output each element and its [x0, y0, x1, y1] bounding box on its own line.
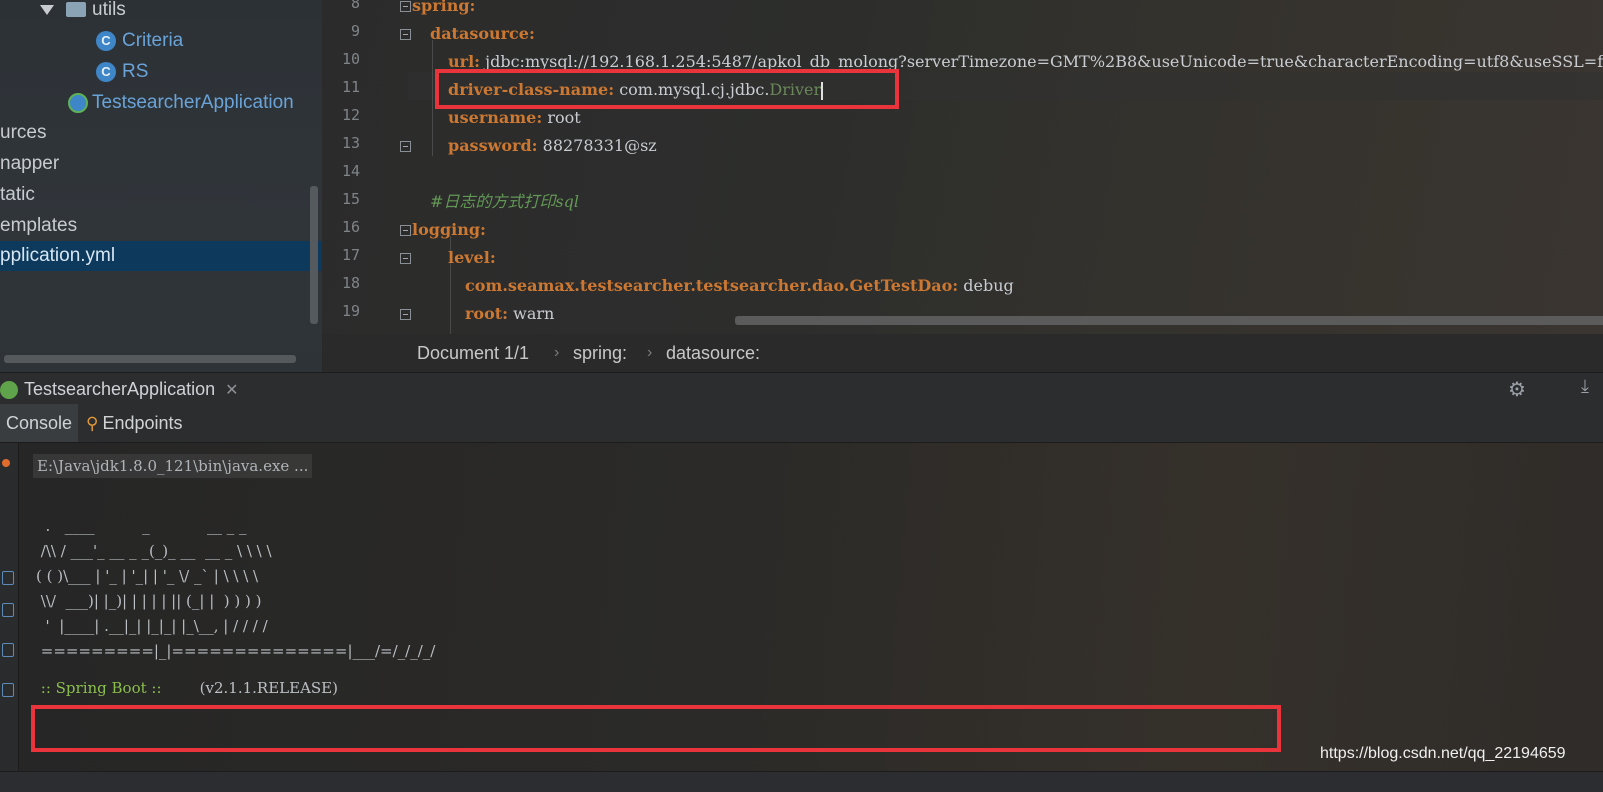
tree-item-rs[interactable]: C RS — [96, 57, 148, 87]
tree-item-label: TestsearcherApplication — [92, 92, 294, 113]
banner-line: ( ( )\___ | '_ | '_| | '_ \/ _` | \ \ \ … — [36, 567, 259, 585]
banner-line: \\/ ___)| |_)| | | | | || (_| | ) ) ) ) — [36, 592, 262, 610]
tree-item-static[interactable]: tatic — [0, 180, 35, 210]
breadcrumb-separator-icon: › — [554, 344, 560, 361]
soft-wrap-icon[interactable] — [2, 571, 14, 585]
line-number: 12 — [341, 106, 360, 124]
code-line-13: password: 88278331@sz — [448, 136, 657, 155]
class-icon: C — [96, 61, 116, 82]
line-number: 9 — [350, 22, 360, 40]
tree-item-templates[interactable]: emplates — [0, 211, 77, 241]
line-number: 14 — [341, 162, 360, 180]
code-line-15: #日志的方式打印sql — [430, 192, 579, 211]
tree-item-criteria[interactable]: C Criteria — [96, 26, 183, 56]
code-line-9: datasource: — [430, 24, 535, 43]
console-toolbar — [0, 443, 19, 791]
line-number: 19 — [341, 302, 360, 320]
run-tab-label: TestsearcherApplication — [24, 379, 216, 399]
tree-item-mapper[interactable]: napper — [0, 149, 59, 179]
code-line-8: spring: — [412, 0, 476, 15]
run-tool-window-header: TestsearcherApplication ✕ ⚙ ⤓ — [0, 372, 1603, 406]
spring-run-icon — [0, 381, 18, 400]
code-line-19: root: warn — [465, 304, 555, 323]
run-subtabs: Console ⚲ Endpoints — [0, 404, 1603, 443]
stop-icon[interactable] — [2, 459, 10, 467]
scroll-to-end-icon[interactable] — [2, 603, 14, 617]
breadcrumb: Document 1/1 › spring: › datasource: — [322, 334, 1603, 372]
tree-vertical-scrollbar[interactable] — [310, 186, 318, 324]
fold-marker-icon[interactable] — [400, 29, 411, 40]
tree-item-label: napper — [0, 153, 60, 174]
tree-item-label: tatic — [0, 184, 35, 205]
folder-icon — [66, 2, 86, 18]
tab-console[interactable]: Console — [0, 404, 78, 442]
fold-marker-icon[interactable] — [400, 253, 411, 264]
breadcrumb-document[interactable]: Document 1/1 — [417, 343, 529, 364]
banner-line: ' |____| .__|_| |_|_| |_\__, | / / / / — [36, 617, 268, 635]
tree-item-testsearcher-application[interactable]: TestsearcherApplication — [68, 88, 294, 118]
annotation-highlight-box — [435, 69, 899, 109]
close-icon[interactable]: ✕ — [225, 382, 238, 399]
gear-icon[interactable]: ⚙ — [1508, 377, 1526, 402]
class-icon: C — [96, 30, 116, 51]
status-bar — [0, 771, 1603, 792]
endpoints-icon: ⚲ — [86, 414, 99, 433]
fold-marker-icon[interactable] — [400, 141, 411, 152]
tree-horizontal-scrollbar[interactable] — [4, 355, 296, 363]
fold-marker-icon[interactable] — [400, 225, 411, 236]
spring-boot-version-line: :: Spring Boot :: (v2.1.1.RELEASE) — [36, 678, 338, 698]
breadcrumb-datasource[interactable]: datasource: — [666, 343, 760, 364]
java-command-line: E:\Java\jdk1.8.0_121\bin\java.exe ... — [33, 454, 313, 478]
project-tree-panel: utils C Criteria C RS TestsearcherApplicat… — [0, 0, 323, 372]
clear-all-icon[interactable] — [2, 683, 14, 697]
tab-endpoints[interactable]: ⚲ Endpoints — [86, 404, 183, 442]
line-number: 16 — [341, 218, 360, 236]
line-number: 11 — [341, 78, 360, 96]
spring-boot-app-icon — [68, 92, 88, 113]
tree-item-label: Criteria — [122, 30, 184, 51]
tree-item-utils[interactable]: utils — [40, 0, 126, 25]
tree-item-label: urces — [0, 122, 47, 143]
tree-item-label: pplication.yml — [0, 245, 116, 266]
fold-marker-icon[interactable] — [400, 1, 411, 12]
watermark: https://blog.csdn.net/qq_22194659 — [1320, 745, 1566, 762]
banner-line: . ____ _ __ _ _ — [36, 517, 247, 535]
run-tab-testsearcher-application[interactable]: TestsearcherApplication ✕ — [0, 373, 239, 405]
editor-horizontal-scrollbar[interactable] — [735, 316, 1603, 325]
spring-boot-label: :: Spring Boot :: — [36, 679, 167, 697]
line-number: 8 — [350, 0, 360, 12]
code-editor[interactable]: 8 9 10 11 12 13 14 15 16 17 18 19 spring… — [322, 0, 1603, 334]
code-line-18: com.seamax.testsearcher.testsearcher.dao… — [465, 276, 1014, 295]
code-line-16: logging: — [412, 220, 486, 239]
fold-marker-icon[interactable] — [400, 309, 411, 320]
tree-item-label: emplates — [0, 215, 78, 236]
tree-item-application-yml[interactable]: pplication.yml — [0, 241, 322, 271]
line-number: 15 — [341, 190, 360, 208]
banner-line: /\\ / ___'_ __ _ _(_)_ __ __ _ \ \ \ \ — [36, 542, 272, 560]
line-number: 13 — [341, 134, 360, 152]
line-number: 17 — [341, 246, 360, 264]
editor-gutter: 8 9 10 11 12 13 14 15 16 17 18 19 — [322, 0, 411, 334]
print-icon[interactable] — [2, 643, 14, 657]
spring-boot-version: (v2.1.1.RELEASE) — [166, 679, 338, 697]
tree-item-label: utils — [92, 0, 126, 20]
code-line-17: level: — [448, 248, 496, 267]
chevron-down-icon[interactable] — [40, 4, 54, 15]
banner-line: =========|_|==============|___/=/_/_/_/ — [36, 642, 436, 660]
tree-item-resources[interactable]: urces — [0, 118, 46, 148]
line-number: 10 — [341, 50, 360, 68]
line-number: 18 — [341, 274, 360, 292]
breadcrumb-separator-icon: › — [647, 344, 653, 361]
breadcrumb-spring[interactable]: spring: — [573, 343, 627, 364]
tree-item-label: RS — [122, 61, 149, 82]
annotation-highlight-box — [31, 705, 1281, 752]
indent-guide — [432, 40, 433, 156]
tab-endpoints-label: Endpoints — [102, 413, 183, 433]
console-output[interactable]: E:\Java\jdk1.8.0_121\bin\java.exe ... . … — [0, 443, 1603, 791]
download-icon[interactable]: ⤓ — [1581, 376, 1589, 397]
